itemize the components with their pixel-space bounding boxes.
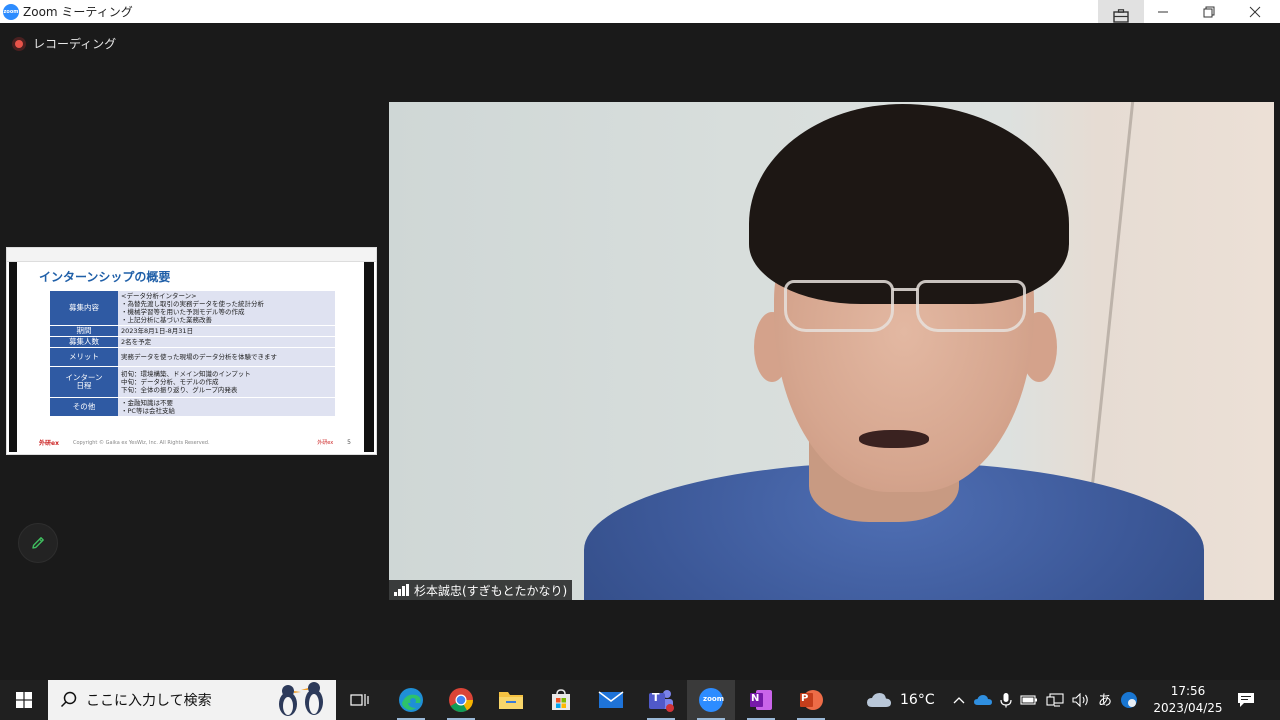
onedrive-icon[interactable]: [974, 694, 992, 706]
search-icon: [60, 691, 77, 708]
recording-indicator[interactable]: レコーディング: [12, 35, 116, 52]
table-row: その他 ・金融知識は不要 ・PC等は会社支給: [50, 398, 335, 416]
signal-strength-icon: [394, 584, 409, 596]
table-row: インターン 日程 初旬：環境構築、ドメイン知識のインプット 中旬：データ分析、モ…: [50, 367, 335, 397]
task-view-icon: [350, 694, 369, 706]
row-value: 初旬：環境構築、ドメイン知識のインプット 中旬：データ分析、モデルの作成 下旬：…: [118, 367, 335, 397]
shared-window-toolbar: [7, 248, 376, 262]
windows-taskbar: ここに入力して検索 T zoom N P 16°C あ 17:56 2023/0…: [0, 680, 1280, 720]
volume-icon[interactable]: [1072, 693, 1090, 707]
teams-letter: T: [652, 691, 660, 704]
start-button[interactable]: [0, 680, 48, 720]
windows-logo-icon: [16, 692, 32, 708]
slide-title: インターンシップの概要: [39, 270, 171, 284]
zoom-app-icon: zoom: [3, 3, 19, 20]
recording-label: レコーディング: [33, 37, 117, 51]
participant-name-tag: 杉本誠忠(すぎもとたかなり): [389, 580, 573, 600]
taskbar-powerpoint[interactable]: P: [787, 680, 835, 720]
row-value: 2023年8月1日-8月31日: [118, 326, 335, 336]
table-row: メリット 実務データを使った現場のデータ分析を体験できます: [50, 348, 335, 366]
row-label: 期間: [50, 326, 118, 336]
slide-footer-logo: 外研ex: [317, 440, 334, 446]
participant-video[interactable]: 杉本誠忠(すぎもとたかなり): [389, 102, 1274, 600]
slide-footer: 外研ex Copyright © Gaika ex YesWiz, Inc. A…: [39, 438, 351, 447]
taskbar-teams[interactable]: T: [637, 680, 685, 720]
close-button[interactable]: [1232, 0, 1278, 23]
taskbar-mail[interactable]: [587, 680, 635, 720]
row-label: インターン 日程: [50, 367, 118, 397]
mail-icon: [598, 691, 624, 708]
penguins-illustration-icon: [279, 682, 323, 716]
window-title: Zoom ミーティング: [23, 5, 133, 19]
chrome-icon: [449, 688, 473, 713]
powerpoint-letter: P: [801, 693, 809, 704]
battery-icon[interactable]: [1020, 694, 1038, 706]
row-value: ・金融知識は不要 ・PC等は会社支給: [118, 398, 335, 416]
defender-icon[interactable]: [1120, 691, 1138, 709]
zoom-icon-label: zoom: [703, 695, 724, 703]
pencil-icon: [32, 537, 44, 549]
clock-time: 17:56: [1170, 684, 1206, 698]
taskbar-edge[interactable]: [387, 680, 435, 720]
taskbar-chrome[interactable]: [437, 680, 485, 720]
row-label: 募集人数: [50, 337, 118, 347]
row-value: 実務データを使った現場のデータ分析を体験できます: [118, 348, 335, 366]
folder-icon: [499, 692, 523, 709]
notification-center-button[interactable]: [1222, 680, 1270, 720]
system-tray: あ: [952, 680, 1138, 720]
task-view-button[interactable]: [336, 680, 384, 720]
chevron-up-icon[interactable]: [952, 695, 966, 705]
shared-screen-thumbnail[interactable]: インターンシップの概要 募集内容 <データ分析インターン> ・為替先渡し取引の実…: [6, 247, 377, 455]
taskbar-clock[interactable]: 17:56 2023/04/25: [1152, 683, 1224, 717]
ime-indicator[interactable]: あ: [1098, 690, 1112, 710]
slide: インターンシップの概要 募集内容 <データ分析インターン> ・為替先渡し取引の実…: [17, 262, 364, 452]
onenote-letter: N: [751, 693, 760, 704]
row-label: メリット: [50, 348, 118, 366]
weather-widget[interactable]: 16°C: [866, 680, 935, 720]
cloud-icon: [867, 693, 891, 707]
taskbar-onenote[interactable]: N: [737, 680, 785, 720]
row-label: その他: [50, 398, 118, 416]
edge-icon: [399, 688, 423, 712]
microphone-icon[interactable]: [1000, 692, 1012, 708]
taskbar-search[interactable]: ここに入力して検索: [48, 680, 336, 720]
taskbar-file-explorer[interactable]: [487, 680, 535, 720]
recording-icon: [12, 36, 26, 51]
row-label: 募集内容: [50, 291, 118, 325]
row-value: 2名を予定: [118, 337, 335, 347]
slide-copyright: Copyright © Gaika ex YesWiz, Inc. All Ri…: [72, 439, 210, 446]
restore-button[interactable]: [1186, 0, 1232, 23]
taskbar-zoom[interactable]: zoom: [687, 680, 735, 720]
participant-glasses: [784, 280, 1034, 340]
meeting-area: レコーディング インターンシップの概要 募集内容 <データ分析インターン> ・為…: [0, 23, 1280, 680]
weather-temperature: 16°C: [900, 692, 935, 708]
network-icon[interactable]: [1046, 693, 1064, 707]
slide-page-number: 5: [347, 439, 351, 446]
table-row: 募集内容 <データ分析インターン> ・為替先渡し取引の実務データを使った統計分析…: [50, 291, 335, 325]
slide-footer-brand: 外研ex: [39, 440, 59, 447]
store-icon: [552, 689, 570, 710]
participant-name: 杉本誠忠(すぎもとたかなり): [414, 583, 568, 598]
participant-hair: [749, 104, 1069, 304]
slide-table: 募集内容 <データ分析インターン> ・為替先渡し取引の実務データを使った統計分析…: [50, 290, 335, 417]
table-row: 募集人数 2名を予定: [50, 337, 335, 347]
clock-date: 2023/04/25: [1153, 701, 1223, 715]
window-titlebar: zoom Zoom ミーティング: [0, 0, 1280, 23]
minimize-button[interactable]: [1140, 0, 1186, 23]
annotate-button[interactable]: [18, 523, 58, 563]
table-row: 期間 2023年8月1日-8月31日: [50, 326, 335, 336]
notification-icon: [1238, 693, 1254, 707]
search-placeholder: ここに入力して検索: [86, 693, 212, 709]
row-value: <データ分析インターン> ・為替先渡し取引の実務データを使った統計分析 ・機械学…: [118, 291, 335, 325]
taskbar-store[interactable]: [537, 680, 585, 720]
participant-mouth: [859, 430, 929, 448]
